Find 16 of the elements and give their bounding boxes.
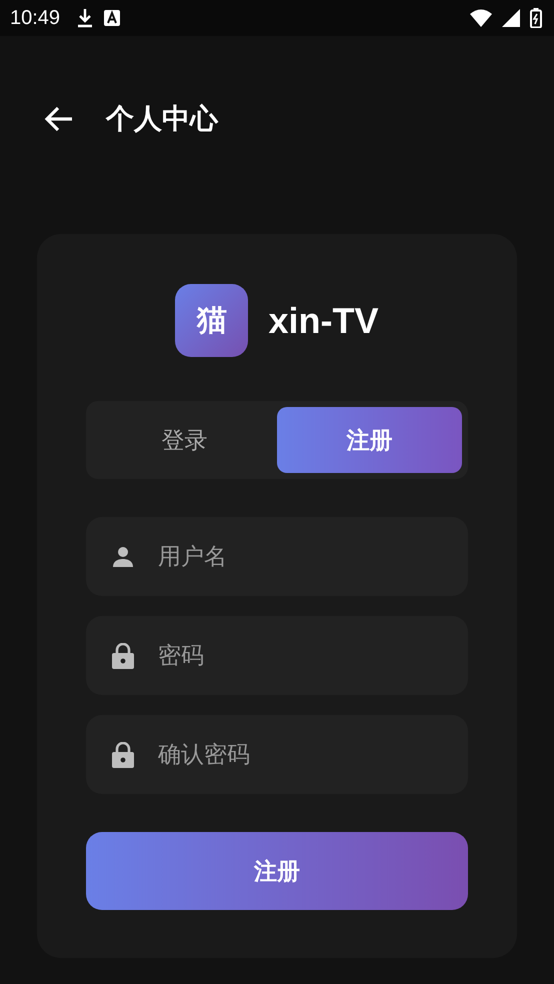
wifi-icon: [470, 9, 492, 27]
battery-icon: [530, 8, 542, 28]
tab[interactable]: 登录: [92, 407, 277, 473]
register-button[interactable]: 注册: [86, 832, 468, 910]
back-arrow-icon[interactable]: [44, 106, 74, 132]
tab[interactable]: 注册: [277, 407, 462, 473]
input-field[interactable]: 确认密码: [86, 715, 468, 794]
input-field[interactable]: 密码: [86, 616, 468, 695]
app-notification-icon: [104, 10, 120, 26]
status-time: 10:49: [10, 6, 60, 30]
input-field[interactable]: 用户名: [86, 517, 468, 596]
download-icon: [76, 8, 94, 28]
app-logo: 猫: [175, 284, 248, 357]
signal-icon: [502, 9, 520, 27]
page-title: 个人中心: [106, 101, 218, 137]
app-name: xin-TV: [268, 300, 378, 342]
